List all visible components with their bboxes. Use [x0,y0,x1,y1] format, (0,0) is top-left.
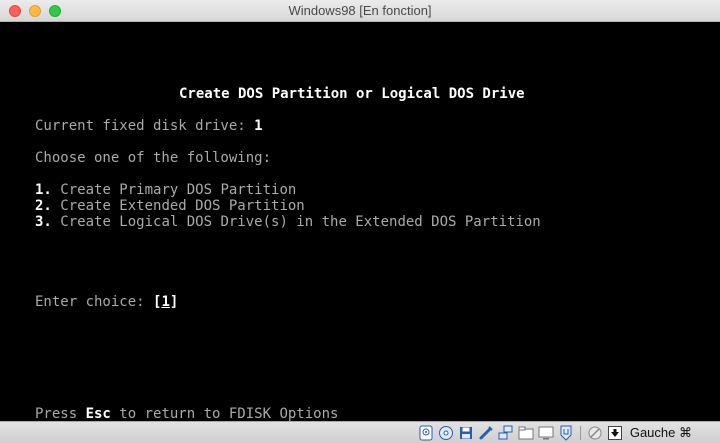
video-capture-icon[interactable] [558,425,574,441]
window-title: Windows98 [En fonction] [288,3,432,18]
current-drive-value: 1 [254,118,263,134]
footer-hint: Press Esc to return to FDISK Options [35,406,338,422]
hard-disk-icon[interactable] [418,425,434,441]
choice-value: 1 [161,294,170,310]
footer-suffix: to return to FDISK Options [110,406,339,422]
optical-drive-icon[interactable] [438,425,454,441]
display-icon[interactable] [538,425,554,441]
choose-prompt: Choose one of the following: [35,150,272,166]
status-icons: Gauche ⌘ [418,424,692,442]
status-bar: Gauche ⌘ [0,421,720,443]
host-key-label: Gauche ⌘ [629,425,692,440]
fdisk-heading: Create DOS Partition or Logical DOS Driv… [179,86,525,102]
choice-label: Enter choice: [35,294,154,310]
vm-window: Windows98 [En fonction] Create DOS Parti… [0,0,720,443]
title-bar[interactable]: Windows98 [En fonction] [0,0,720,22]
status-divider [579,426,581,440]
footer-key: Esc [85,406,111,422]
option-number: 3. [35,214,52,230]
shared-folder-icon[interactable] [518,425,534,441]
menu-option-logical: 3. Create Logical DOS Drive(s) in the Ex… [35,214,541,230]
choice-line: Enter choice: [1] [35,294,178,310]
menu-option-extended: 2. Create Extended DOS Partition [35,198,305,214]
network-icon[interactable] [498,425,514,441]
current-drive-line: Current fixed disk drive: 1 [35,118,263,134]
mouse-integration-icon[interactable] [607,425,623,441]
option-label: Create Logical DOS Drive(s) in the Exten… [60,214,541,230]
choice-close-bracket: ] [169,294,179,310]
menu-option-primary: 1. Create Primary DOS Partition [35,182,296,198]
option-label: Create Primary DOS Partition [60,182,297,198]
choice-input[interactable]: [1] [153,294,178,310]
cpu-icon[interactable] [587,425,603,441]
vm-screen[interactable]: Create DOS Partition or Logical DOS Driv… [0,22,720,422]
option-number: 1. [35,182,52,198]
usb-icon[interactable] [478,425,494,441]
option-number: 2. [35,198,52,214]
floppy-icon[interactable] [458,425,474,441]
footer-prefix: Press [35,406,86,422]
current-drive-label: Current fixed disk drive: [35,118,255,134]
option-label: Create Extended DOS Partition [60,198,305,214]
